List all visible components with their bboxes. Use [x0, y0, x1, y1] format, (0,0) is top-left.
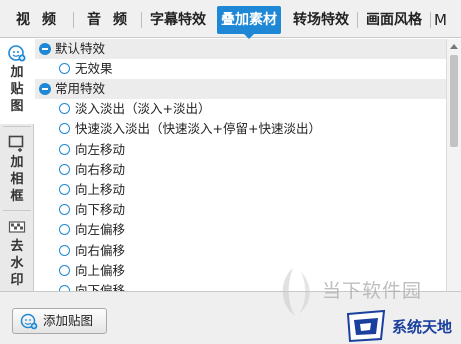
list-scrollbar[interactable] [446, 39, 461, 291]
group-header-common[interactable]: 常用特效 [35, 79, 446, 100]
site-watermark-text: 当下软件园 [322, 280, 423, 302]
side-tab-divider [3, 126, 31, 127]
side-tab-bar: 加贴图 加相框 去水印 [0, 38, 35, 291]
radio-icon [59, 63, 70, 74]
effect-label: 快速淡入淡出（快速淡入+停留+快速淡出） [75, 121, 321, 137]
radio-icon [59, 183, 70, 195]
collapse-icon [39, 83, 51, 96]
effect-label: 向右偏移 [75, 242, 126, 258]
effect-list: 默认特效 无效果 常用特效 淡入淡出（淡入+淡出） 快速淡入淡出（快速淡入+停留… [35, 39, 446, 291]
add-sticker-icon [8, 45, 26, 62]
group-header-default[interactable]: 默认特效 [35, 39, 446, 59]
group-title: 默认特效 [55, 41, 106, 56]
add-frame-icon [8, 135, 24, 152]
radio-icon [59, 264, 70, 276]
radio-icon [59, 224, 70, 236]
effect-label: 向左移动 [75, 141, 126, 157]
tab-audio[interactable]: 音频 [74, 6, 140, 34]
effect-item[interactable]: 向左偏移 [35, 220, 446, 240]
effect-label: 向上偏移 [75, 262, 126, 278]
effect-item[interactable]: 快速淡入淡出（快速淡入+停留+快速淡出） [35, 119, 446, 139]
side-tab-add-sticker[interactable]: 加贴图 [0, 38, 35, 124]
tab-separator [357, 12, 358, 28]
side-tab-add-frame[interactable]: 加相框 [0, 128, 34, 208]
radio-icon [59, 103, 70, 115]
effect-item[interactable]: 向上移动 [35, 180, 446, 200]
effect-label: 无效果 [75, 61, 113, 76]
group-title: 常用特效 [55, 81, 106, 97]
add-sticker-button[interactable]: 添加贴图 [12, 308, 107, 334]
effect-item[interactable]: 向下移动 [35, 200, 446, 220]
radio-icon [59, 163, 70, 175]
tab-transition-effects[interactable]: 转场特效 [286, 6, 356, 34]
add-sticker-button-label: 添加贴图 [43, 313, 94, 328]
effect-label: 向下偏移 [75, 282, 126, 291]
side-tab-label: 加贴图 [10, 65, 24, 114]
effect-label: 向左偏移 [75, 222, 126, 238]
radio-icon [59, 204, 70, 216]
radio-icon [59, 143, 70, 155]
effect-label: 向上移动 [75, 181, 126, 197]
tab-separator [430, 12, 431, 28]
scroll-thumb[interactable] [450, 55, 458, 147]
remove-watermark-icon [8, 221, 26, 233]
scroll-up-arrow-icon[interactable] [450, 44, 458, 49]
radio-icon [59, 123, 70, 135]
tab-overlay-materials[interactable]: 叠加素材 [217, 6, 281, 39]
effect-item-none[interactable]: 无效果 [35, 59, 446, 79]
side-tab-divider [3, 210, 31, 211]
side-tab-label: 加相框 [10, 155, 24, 204]
side-tab-label: 去水印 [10, 239, 24, 288]
effect-label: 淡入淡出（淡入+淡出） [75, 101, 211, 117]
radio-icon [59, 244, 70, 256]
tab-video[interactable]: 视频 [0, 6, 72, 34]
effect-label: 向右移动 [75, 161, 126, 177]
effect-item[interactable]: 向右移动 [35, 160, 446, 180]
effect-item[interactable]: 淡入淡出（淡入+淡出） [35, 99, 446, 119]
effect-item[interactable]: 向左移动 [35, 140, 446, 160]
brand-watermark-text: 系统天地 [392, 318, 453, 336]
collapse-icon [39, 43, 51, 55]
tab-subtitle-effects[interactable]: 字幕特效 [142, 6, 214, 34]
tab-more[interactable]: M [434, 6, 461, 34]
effect-item[interactable]: 向右偏移 [35, 241, 446, 261]
add-sticker-icon [20, 313, 38, 330]
side-tab-remove-watermark[interactable]: 去水印 [0, 212, 34, 290]
top-tab-bar: 视频 音频 字幕特效 叠加素材 转场特效 画面风格 M [0, 0, 461, 39]
tab-screen-style[interactable]: 画面风格 [359, 6, 429, 34]
effect-label: 向下移动 [75, 202, 126, 218]
